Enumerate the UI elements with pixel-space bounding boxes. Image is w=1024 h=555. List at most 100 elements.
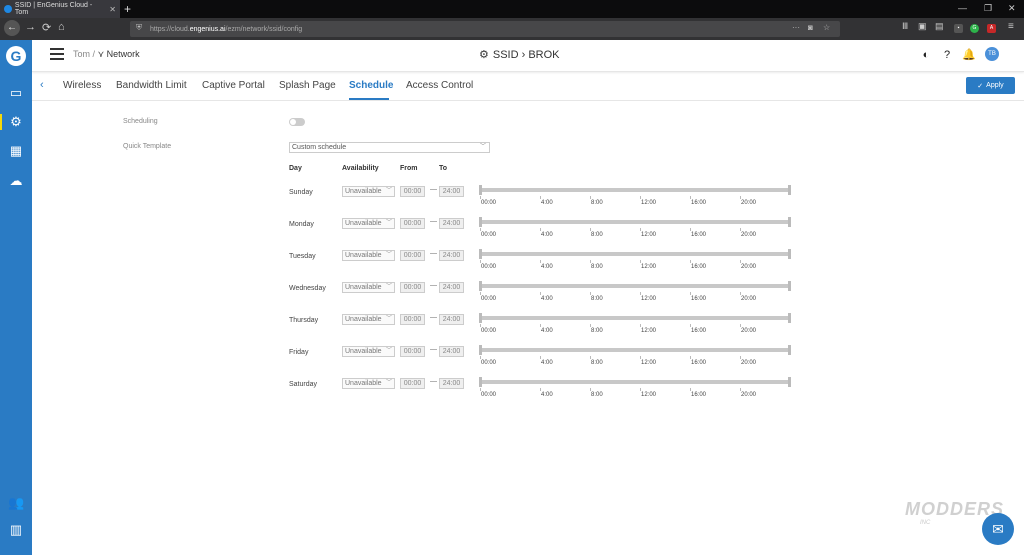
tab-splash-page[interactable]: Splash Page xyxy=(279,80,336,91)
slider-tick xyxy=(540,228,541,231)
availability-value: Unavailable xyxy=(345,220,382,227)
new-tab-icon[interactable]: + xyxy=(124,2,131,16)
theme-contrast-icon[interactable]: ◐ xyxy=(920,49,932,61)
time-slider[interactable]: 00:00 4:00 8:00 12:00 16:00 20:00 xyxy=(479,281,791,302)
time-slider[interactable]: 00:00 4:00 8:00 12:00 16:00 20:00 xyxy=(479,249,791,270)
slider-end-handle[interactable] xyxy=(788,249,791,259)
time-slider[interactable]: 00:00 4:00 8:00 12:00 16:00 20:00 xyxy=(479,313,791,334)
hour-label: 00:00 xyxy=(481,232,497,238)
hour-label: 12:00 xyxy=(641,200,657,206)
quick-template-select[interactable]: Custom schedule ﹀ xyxy=(289,142,490,153)
to-time-input[interactable]: 24:00 xyxy=(439,186,464,197)
breadcrumb-user[interactable]: Tom xyxy=(73,49,90,59)
to-time-input[interactable]: 24:00 xyxy=(439,314,464,325)
bookmark-star-icon[interactable]: ☆ xyxy=(823,23,830,32)
slider-track xyxy=(480,188,790,192)
monitor-icon[interactable]: ▭ xyxy=(8,85,24,101)
tab-bandwidth-limit[interactable]: Bandwidth Limit xyxy=(116,80,187,91)
apply-button[interactable]: ✓ Apply xyxy=(966,77,1015,94)
slider-start-handle[interactable] xyxy=(479,377,482,387)
grammarly-icon[interactable]: G xyxy=(970,24,979,33)
help-icon[interactable]: ? xyxy=(941,49,953,61)
time-slider[interactable]: 00:00 4:00 8:00 12:00 16:00 20:00 xyxy=(479,377,791,398)
slider-start-handle[interactable] xyxy=(479,249,482,259)
url-bar[interactable]: ⛨ https://cloud. engenius.ai/ezm/network/… xyxy=(130,21,840,37)
scheduling-toggle[interactable] xyxy=(289,118,305,126)
building-icon[interactable]: ▥ xyxy=(8,522,24,538)
tab-captive-portal[interactable]: Captive Portal xyxy=(202,80,265,91)
menu-icon[interactable]: ≡ xyxy=(1008,21,1014,32)
browser-tab[interactable]: SSID | EnGenius Cloud - Tom ✕ xyxy=(0,0,120,18)
availability-select[interactable]: Unavailable ﹀ xyxy=(342,378,395,389)
breadcrumb-network[interactable]: Network xyxy=(107,49,140,59)
shield-icon[interactable]: ⛨ xyxy=(136,23,142,33)
availability-select[interactable]: Unavailable ﹀ xyxy=(342,218,395,229)
watermark-sub: INC xyxy=(920,520,931,526)
from-time-input[interactable]: 00:00 xyxy=(400,378,425,389)
breadcrumb-separator: / xyxy=(92,49,96,59)
availability-select[interactable]: Unavailable ﹀ xyxy=(342,250,395,261)
tab-schedule[interactable]: Schedule xyxy=(349,80,393,91)
schedule-row: Friday Unavailable ﹀ 00:00 —24:00 00:00 4:00 8:… xyxy=(0,345,1024,378)
availability-select[interactable]: Unavailable ﹀ xyxy=(342,346,395,357)
chevron-left-icon[interactable]: ‹ xyxy=(40,79,44,91)
users-icon[interactable]: 👥 xyxy=(8,495,24,511)
from-time-input[interactable]: 00:00 xyxy=(400,346,425,357)
to-time-input[interactable]: 24:00 xyxy=(439,218,464,229)
availability-select[interactable]: Unavailable ﹀ xyxy=(342,186,395,197)
availability-select[interactable]: Unavailable ﹀ xyxy=(342,314,395,325)
slider-end-handle[interactable] xyxy=(788,313,791,323)
bell-icon[interactable]: 🔔 xyxy=(962,49,976,61)
forward-icon[interactable]: → xyxy=(25,21,36,33)
to-time-input[interactable]: 24:00 xyxy=(439,378,464,389)
minimize-icon[interactable]: — xyxy=(958,3,967,13)
reader-icon[interactable]: ▤ xyxy=(935,21,944,32)
tab-access-control[interactable]: Access Control xyxy=(406,80,473,91)
from-time-input[interactable]: 00:00 xyxy=(400,250,425,261)
reload-icon[interactable]: ⟳ xyxy=(42,21,51,34)
time-slider[interactable]: 00:00 4:00 8:00 12:00 16:00 20:00 xyxy=(479,345,791,366)
slider-end-handle[interactable] xyxy=(788,281,791,291)
slider-tick xyxy=(640,356,641,359)
slider-tick xyxy=(640,388,641,391)
time-slider[interactable]: 00:00 4:00 8:00 12:00 16:00 20:00 xyxy=(479,185,791,206)
license-icon[interactable]: ▦ xyxy=(8,143,24,159)
from-time-input[interactable]: 00:00 xyxy=(400,314,425,325)
close-tab-icon[interactable]: ✕ xyxy=(109,5,116,14)
back-icon[interactable]: ← xyxy=(4,20,20,36)
window-close-icon[interactable]: ✕ xyxy=(1008,3,1016,14)
restore-icon[interactable]: ❐ xyxy=(984,3,992,14)
availability-select[interactable]: Unavailable ﹀ xyxy=(342,282,395,293)
time-slider[interactable]: 00:00 4:00 8:00 12:00 16:00 20:00 xyxy=(479,217,791,238)
to-time-input[interactable]: 24:00 xyxy=(439,282,464,293)
sidebar-toggle-icon[interactable]: ▣ xyxy=(918,21,927,32)
from-time-input[interactable]: 00:00 xyxy=(400,218,425,229)
pocket-icon[interactable]: ◙ xyxy=(808,23,813,32)
library-icon[interactable]: Ⅲ xyxy=(902,21,908,32)
extension-icon[interactable]: ▪ xyxy=(954,24,963,33)
adblock-icon[interactable]: A xyxy=(987,24,996,33)
slider-end-handle[interactable] xyxy=(788,217,791,227)
slider-end-handle[interactable] xyxy=(788,345,791,355)
gear-icon[interactable]: ⚙ xyxy=(8,114,24,130)
slider-tick xyxy=(740,260,741,263)
tab-wireless[interactable]: Wireless xyxy=(63,80,101,91)
slider-start-handle[interactable] xyxy=(479,185,482,195)
to-time-input[interactable]: 24:00 xyxy=(439,346,464,357)
chat-support-icon[interactable]: ✉ xyxy=(982,513,1014,545)
slider-start-handle[interactable] xyxy=(479,217,482,227)
slider-end-handle[interactable] xyxy=(788,185,791,195)
home-icon[interactable]: ⌂ xyxy=(58,21,65,33)
slider-start-handle[interactable] xyxy=(479,281,482,291)
to-time-input[interactable]: 24:00 xyxy=(439,250,464,261)
from-time-input[interactable]: 00:00 xyxy=(400,186,425,197)
engenius-logo[interactable]: G xyxy=(6,46,26,66)
slider-tick xyxy=(590,324,591,327)
avatar[interactable]: TB xyxy=(985,47,999,61)
hamburger-menu-icon[interactable] xyxy=(50,48,64,60)
from-time-input[interactable]: 00:00 xyxy=(400,282,425,293)
slider-end-handle[interactable] xyxy=(788,377,791,387)
slider-start-handle[interactable] xyxy=(479,345,482,355)
more-icon[interactable]: ··· xyxy=(792,23,800,32)
slider-start-handle[interactable] xyxy=(479,313,482,323)
